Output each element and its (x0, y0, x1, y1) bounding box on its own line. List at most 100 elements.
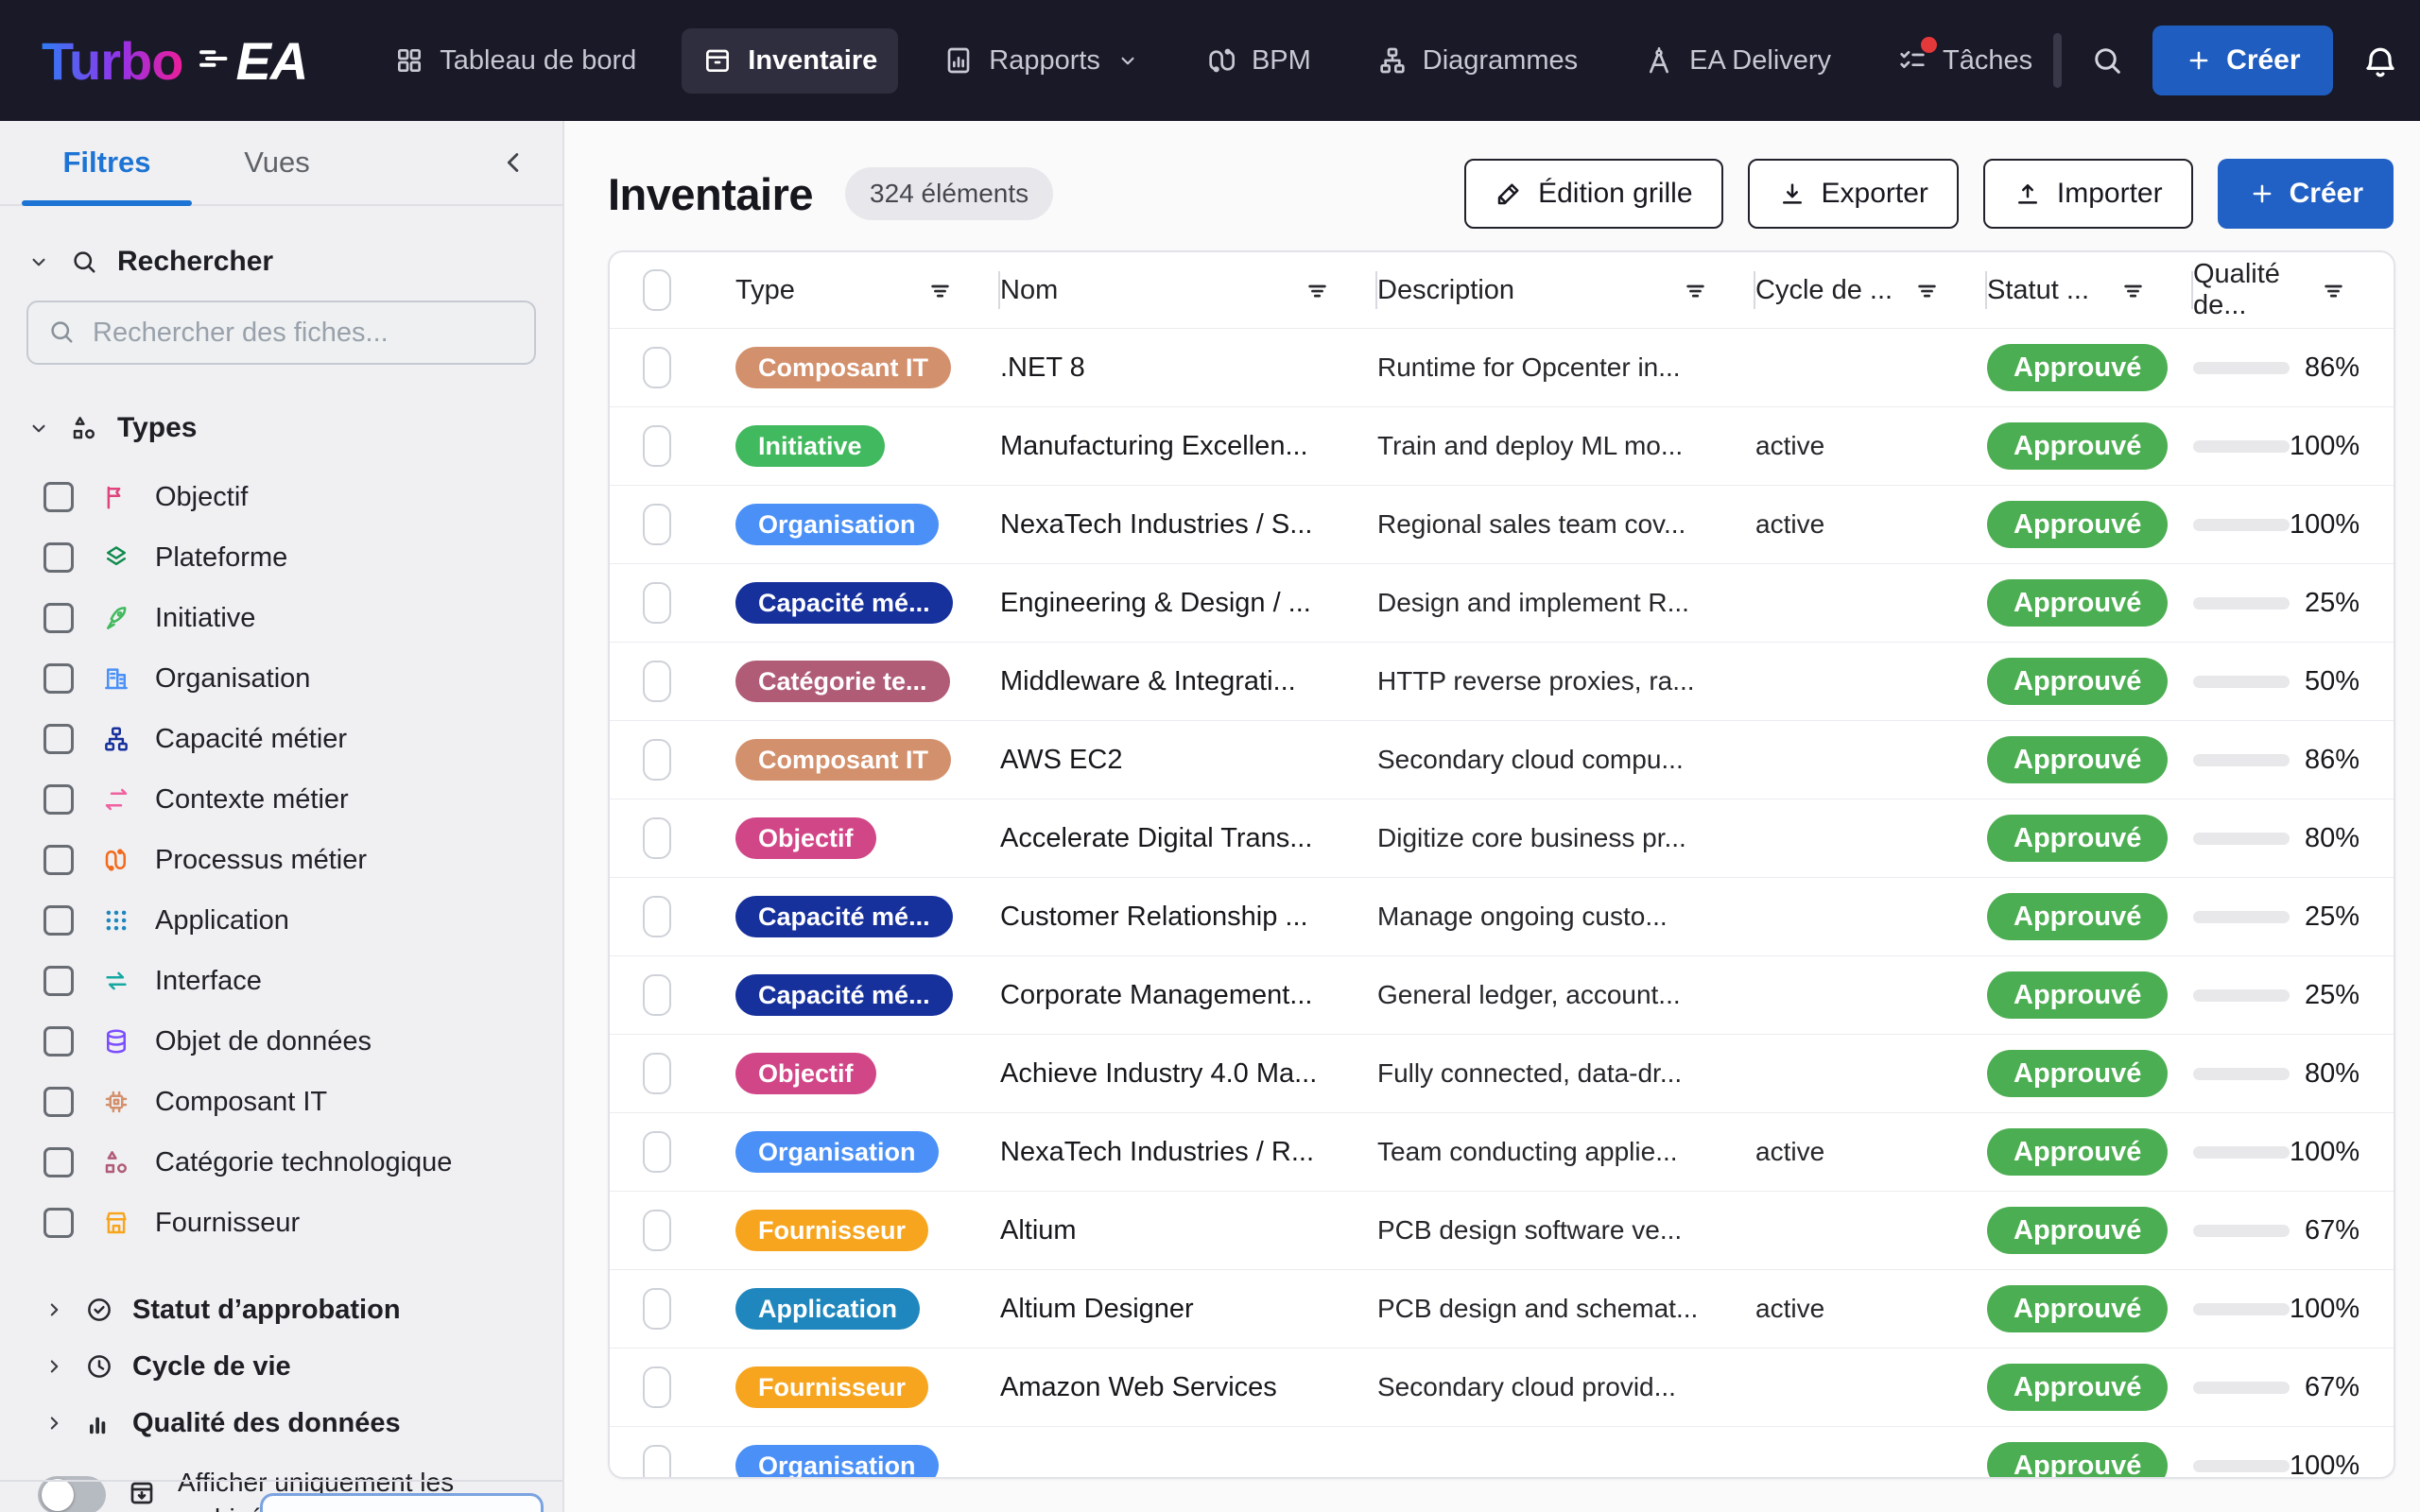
table-row[interactable]: ObjectifAccelerate Digital Trans...Digit… (610, 799, 2394, 877)
section-statut-d-approbation[interactable]: Statut d’approbation (26, 1281, 536, 1338)
search-icon[interactable] (2090, 43, 2124, 77)
filter-icon[interactable] (1683, 278, 1708, 303)
filter-icon[interactable] (2321, 278, 2346, 303)
row-checkbox[interactable] (643, 425, 671, 467)
nav-item-rapports[interactable]: Rapports (923, 28, 1161, 94)
table-row[interactable]: OrganisationNexaTech Industries / S...Re… (610, 485, 2394, 563)
nav-item-inventaire[interactable]: Inventaire (682, 28, 898, 94)
type-filter-organisation[interactable]: Organisation (26, 648, 536, 709)
export-button[interactable]: Exporter (1748, 159, 1959, 229)
type-checkbox[interactable] (43, 1087, 74, 1117)
filter-icon[interactable] (1914, 278, 1940, 303)
table-row[interactable]: OrganisationApprouvé100% (610, 1426, 2394, 1479)
quality-cell: 86% (2193, 352, 2394, 384)
lifecycle-cell: active (1755, 1137, 1987, 1167)
table-row[interactable]: ApplicationAltium DesignerPCB design and… (610, 1269, 2394, 1348)
table-row[interactable]: Catégorie te...Middleware & Integrati...… (610, 642, 2394, 720)
table-row[interactable]: ObjectifAchieve Industry 4.0 Ma...Fully … (610, 1034, 2394, 1112)
type-filter-fournisseur[interactable]: Fournisseur (26, 1193, 536, 1253)
brand-logo[interactable]: Turbo EA (42, 30, 307, 92)
type-filter-composant-it[interactable]: Composant IT (26, 1072, 536, 1132)
types-section-header[interactable]: Types (26, 412, 536, 444)
type-checkbox[interactable] (43, 724, 74, 754)
type-filter-interface[interactable]: Interface (26, 951, 536, 1011)
table-row[interactable]: FournisseurAmazon Web ServicesSecondary … (610, 1348, 2394, 1426)
row-checkbox[interactable] (643, 347, 671, 388)
type-checkbox[interactable] (43, 1147, 74, 1177)
type-filter-initiative[interactable]: Initiative (26, 588, 536, 648)
section-cycle-de-vie[interactable]: Cycle de vie (26, 1338, 536, 1395)
type-checkbox[interactable] (43, 1026, 74, 1057)
nav-create-button[interactable]: Créer (2152, 26, 2332, 95)
table-row[interactable]: Composant IT.NET 8Runtime for Opcenter i… (610, 328, 2394, 406)
row-checkbox[interactable] (643, 1131, 671, 1173)
type-checkbox[interactable] (43, 966, 74, 996)
bpm-icon (1206, 45, 1236, 76)
type-cell: Composant IT (704, 347, 1000, 388)
sidebar-collapse-button[interactable] (498, 146, 530, 183)
row-checkbox[interactable] (643, 504, 671, 545)
nav-item-t-ches[interactable]: Tâches (1876, 28, 2053, 94)
type-filter-application[interactable]: Application (26, 890, 536, 951)
type-checkbox[interactable] (43, 663, 74, 694)
nav-item-tableau-de-bord[interactable]: Tableau de bord (373, 28, 657, 94)
save-filters-button[interactable] (260, 1493, 544, 1512)
row-checkbox[interactable] (643, 739, 671, 781)
row-checkbox[interactable] (643, 1210, 671, 1251)
row-checkbox[interactable] (643, 1288, 671, 1330)
nav-item-ea-delivery[interactable]: EA Delivery (1623, 28, 1852, 94)
table-row[interactable]: Capacité mé...Engineering & Design / ...… (610, 563, 2394, 642)
filter-icon[interactable] (927, 278, 953, 303)
type-checkbox[interactable] (43, 482, 74, 512)
search-section-header[interactable]: Rechercher (26, 246, 536, 278)
row-select-cell (610, 1210, 704, 1251)
nav-item-bpm[interactable]: BPM (1185, 28, 1332, 94)
nav-item-label: BPM (1252, 45, 1311, 77)
select-all-checkbox[interactable] (643, 269, 671, 311)
row-checkbox[interactable] (643, 817, 671, 859)
row-checkbox[interactable] (643, 582, 671, 624)
type-checkbox[interactable] (43, 845, 74, 875)
sidebar-search-input[interactable] (26, 301, 536, 365)
row-checkbox[interactable] (643, 661, 671, 702)
table-row[interactable]: FournisseurAltiumPCB design software ve.… (610, 1191, 2394, 1269)
table-row[interactable]: Capacité mé...Customer Relationship ...M… (610, 877, 2394, 955)
row-checkbox[interactable] (643, 1053, 671, 1094)
filter-icon[interactable] (1305, 278, 1330, 303)
filter-icon[interactable] (2120, 278, 2146, 303)
nav-item-diagrammes[interactable]: Diagrammes (1357, 28, 1599, 94)
tab-vues[interactable]: Vues (192, 146, 362, 180)
section-qualit-des-donn-es[interactable]: Qualité des données (26, 1395, 536, 1452)
type-filter-objectif[interactable]: Objectif (26, 467, 536, 527)
tab-filtres[interactable]: Filtres (22, 146, 192, 180)
grid-edit-button[interactable]: Édition grille (1464, 159, 1722, 229)
row-checkbox[interactable] (643, 974, 671, 1016)
type-filter-cat-gorie-technologique[interactable]: Catégorie technologique (26, 1132, 536, 1193)
type-checkbox[interactable] (43, 603, 74, 633)
type-filter-processus-m-tier[interactable]: Processus métier (26, 830, 536, 890)
type-filter-plateforme[interactable]: Plateforme (26, 527, 536, 588)
type-filter-contexte-m-tier[interactable]: Contexte métier (26, 769, 536, 830)
nav-item-label: Rapports (989, 45, 1100, 77)
notifications-bell-icon[interactable] (2361, 42, 2399, 79)
type-checkbox[interactable] (43, 542, 74, 573)
type-checkbox[interactable] (43, 1208, 74, 1238)
table-row[interactable]: InitiativeManufacturing Excellen...Train… (610, 406, 2394, 485)
row-checkbox[interactable] (643, 1445, 671, 1479)
status-cell: Approuvé (1987, 1128, 2193, 1176)
status-badge: Approuvé (1987, 1207, 2168, 1254)
type-checkbox[interactable] (43, 784, 74, 815)
quality-percent: 25% (2290, 980, 2394, 1011)
table-row[interactable]: Capacité mé...Corporate Management...Gen… (610, 955, 2394, 1034)
type-filter-capacit-m-tier[interactable]: Capacité métier (26, 709, 536, 769)
table-row[interactable]: Composant ITAWS EC2Secondary cloud compu… (610, 720, 2394, 799)
row-checkbox[interactable] (643, 896, 671, 937)
description-cell: Runtime for Opcenter in... (1377, 352, 1755, 383)
row-checkbox[interactable] (643, 1366, 671, 1408)
type-filter-objet-de-donn-es[interactable]: Objet de données (26, 1011, 536, 1072)
create-button[interactable]: Créer (2218, 159, 2394, 229)
import-button[interactable]: Importer (1983, 159, 2193, 229)
type-checkbox[interactable] (43, 905, 74, 936)
quality-percent: 86% (2290, 352, 2394, 384)
table-row[interactable]: OrganisationNexaTech Industries / R...Te… (610, 1112, 2394, 1191)
